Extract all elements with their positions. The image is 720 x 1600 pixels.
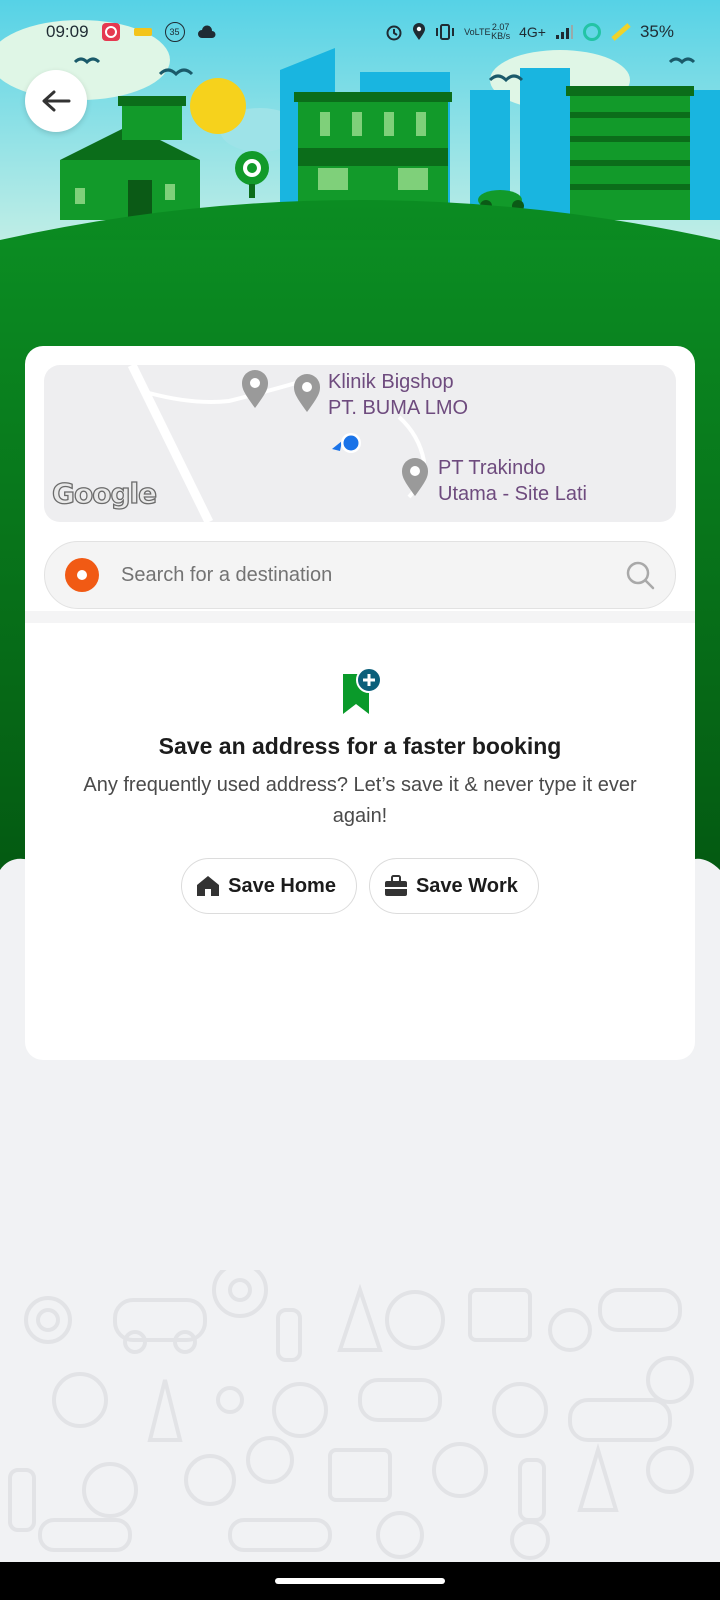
- signal-icon: [555, 25, 573, 39]
- cloud-icon: [197, 25, 216, 38]
- data-saver-icon: [582, 23, 601, 41]
- map-label: PT Trakindo Utama - Site Lati: [438, 457, 587, 505]
- net-speed: 2.07 KB/s: [491, 22, 511, 41]
- save-address-title: Save an address for a faster booking: [158, 733, 562, 759]
- save-address-description: Any frequently used address? Let’s save …: [83, 774, 637, 827]
- section-divider: [25, 611, 695, 623]
- alarm-icon: [386, 25, 402, 41]
- save-address-section: Save an address for a faster booking Any…: [25, 666, 695, 914]
- search-input[interactable]: [121, 563, 625, 587]
- home-icon: [197, 876, 220, 896]
- destination-search[interactable]: [44, 541, 676, 609]
- app-notification-icon: [101, 23, 120, 41]
- save-home-label: Save Home: [228, 874, 336, 897]
- google-attribution: Google: [51, 476, 157, 510]
- origin-marker-icon: [65, 558, 99, 592]
- map-label: Klinik Bigshop PT. BUMA LMO: [328, 371, 469, 419]
- sim-notification-icon: [133, 28, 152, 36]
- status-bar: 09:09 35 VoLTE 2.07 KB/s 4G+ 35%: [0, 0, 720, 64]
- network-type: 4G+: [519, 24, 546, 40]
- battery-saver-icon: [611, 23, 631, 41]
- background-doodles: [0, 1262, 720, 1560]
- save-work-label: Save Work: [415, 874, 518, 897]
- map-pin-icon: [242, 370, 268, 408]
- map-pin-icon: [402, 458, 428, 496]
- map-preview[interactable]: Klinik Bigshop PT. BUMA LMO PT Trakindo Ut…: [44, 365, 676, 522]
- briefcase-icon: [384, 875, 407, 896]
- volte-indicator: VoLTE: [464, 26, 491, 37]
- clock: 09:09: [46, 22, 89, 41]
- arrow-left-icon: [42, 90, 71, 112]
- save-work-button[interactable]: Save Work: [368, 858, 539, 914]
- badge-count-icon: 35: [164, 22, 185, 42]
- system-nav-bar: [0, 1562, 720, 1600]
- destination-card: Klinik Bigshop PT. BUMA LMO PT Trakindo Ut…: [25, 346, 695, 1060]
- back-button[interactable]: [25, 70, 87, 132]
- map-pin-icon: [294, 374, 320, 412]
- battery-level: 35%: [639, 22, 674, 41]
- current-location-icon: [332, 433, 361, 453]
- location-icon: [413, 23, 426, 40]
- vibrate-icon: [436, 24, 455, 40]
- save-home-button[interactable]: Save Home: [181, 858, 357, 914]
- home-indicator[interactable]: [275, 1578, 445, 1584]
- search-icon[interactable]: [625, 560, 655, 590]
- bookmark-add-icon: [343, 667, 382, 714]
